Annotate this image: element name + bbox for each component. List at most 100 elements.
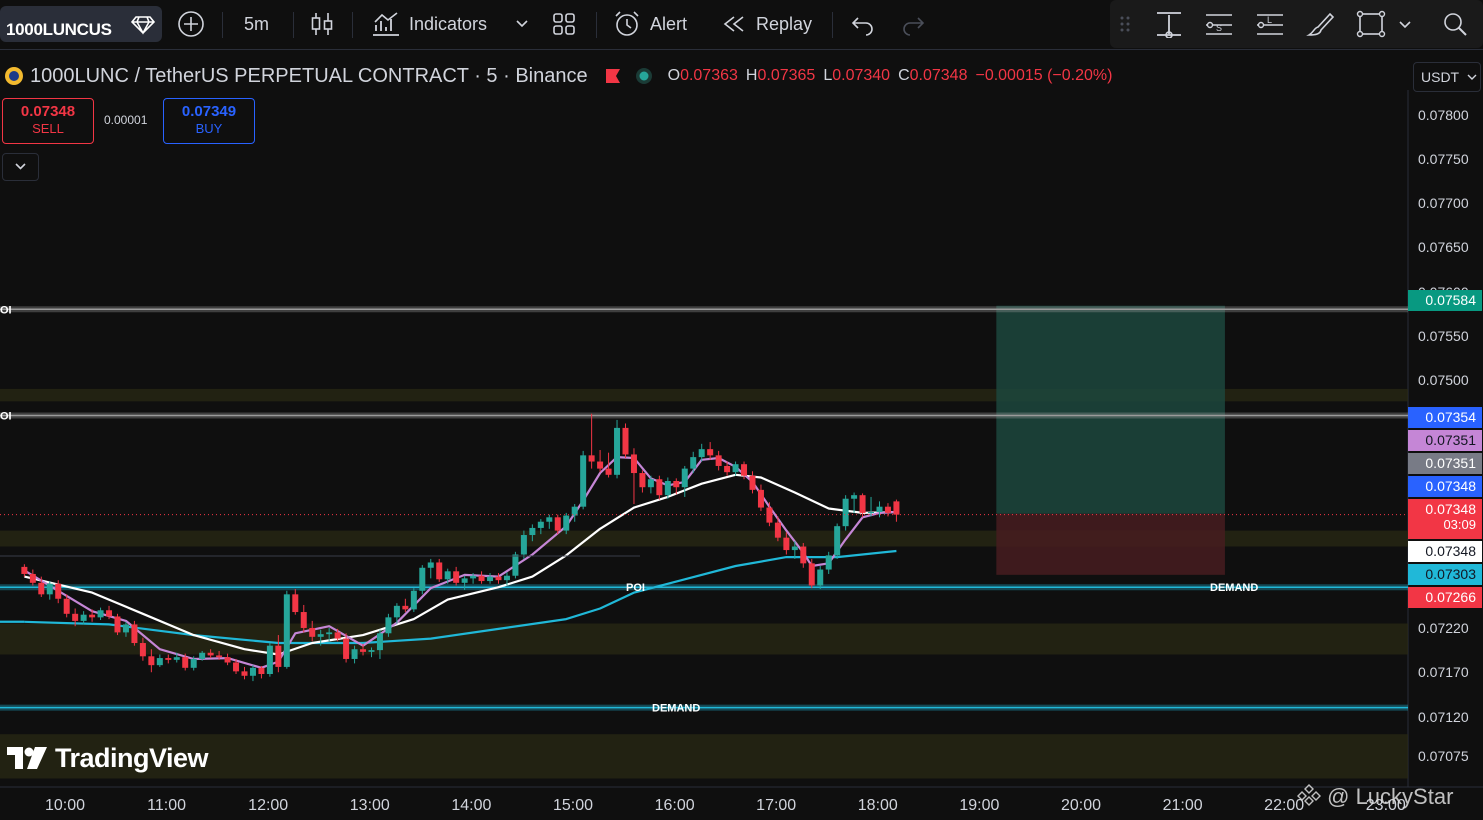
- legend-title[interactable]: 1000LUNC / TetherUS PERPETUAL CONTRACT ·…: [30, 65, 588, 88]
- candle-body: [275, 645, 282, 667]
- price-tag: 0.07348: [1408, 541, 1482, 562]
- candle-body: [673, 481, 680, 488]
- candle-body: [97, 610, 104, 618]
- candle-body: [156, 658, 163, 666]
- price-tick-label: 0.07650: [1418, 239, 1469, 256]
- candle-body: [139, 643, 146, 657]
- candle-body: [351, 649, 358, 659]
- buy-label: BUY: [195, 121, 223, 136]
- candle-body: [774, 522, 781, 538]
- candle-body: [148, 656, 155, 666]
- price-tag: 0.07354: [1408, 407, 1482, 428]
- candle-body: [478, 575, 485, 582]
- candle-body: [427, 562, 434, 568]
- price-tag: 0.07266: [1408, 587, 1482, 608]
- candle-body: [46, 583, 53, 595]
- candle-body: [800, 546, 807, 564]
- candle-body: [165, 658, 172, 660]
- candle-body: [292, 594, 299, 613]
- candle-body: [334, 632, 341, 639]
- candle-body: [266, 645, 273, 675]
- price-tag-value: 0.07348: [1425, 543, 1476, 559]
- candle-body: [707, 449, 714, 456]
- bar-countdown: 03:09: [1443, 517, 1476, 532]
- time-tick-label: 15:00: [552, 797, 594, 814]
- tradingview-logo-text: TradingView: [55, 742, 209, 773]
- candle-body: [21, 566, 28, 574]
- sell-price: 0.07348: [20, 103, 76, 120]
- candle-body: [72, 613, 79, 621]
- long-position-tool[interactable]: [996, 305, 1225, 575]
- collapse-legend-button[interactable]: [2, 153, 39, 181]
- candle-body: [868, 511, 875, 513]
- candle-body: [131, 624, 138, 644]
- time-tick-label: 18:00: [857, 797, 898, 814]
- candle-body: [825, 555, 832, 570]
- candle-body: [283, 594, 290, 667]
- position-stop-zone[interactable]: [996, 513, 1225, 575]
- candle-body: [622, 427, 629, 455]
- candle-body: [681, 468, 688, 488]
- ohlc-high: H0.07365: [745, 67, 816, 84]
- candle-body: [563, 515, 570, 531]
- price-tick-label: 0.07075: [1418, 748, 1469, 765]
- price-tag-value: 0.07348: [1425, 501, 1476, 517]
- candle-body: [487, 576, 494, 582]
- candle-body: [884, 506, 891, 513]
- candle-body: [503, 575, 510, 581]
- price-tag-value: 0.07348: [1425, 478, 1476, 494]
- candle-body: [859, 495, 866, 513]
- candle-body: [173, 657, 180, 660]
- price-tag: 0.07303: [1408, 564, 1482, 585]
- price-tick-label: 0.07220: [1418, 619, 1469, 636]
- poi-label: OI: [0, 304, 12, 316]
- candle-body: [783, 537, 790, 551]
- candle-body: [817, 569, 824, 586]
- candle-body: [656, 479, 663, 496]
- candle-body: [537, 521, 544, 528]
- sell-button[interactable]: 0.07348 SELL: [2, 98, 94, 144]
- price-tick-label: 0.07170: [1418, 664, 1469, 681]
- position-profit-zone[interactable]: [996, 305, 1225, 514]
- candle-body: [393, 605, 400, 618]
- demand-label: DEMAND: [652, 703, 700, 715]
- candle-body: [614, 427, 621, 475]
- candle-body: [639, 473, 646, 488]
- candle-body: [842, 498, 849, 527]
- candle-body: [605, 468, 612, 475]
- candle-body: [698, 449, 705, 458]
- candle-body: [453, 571, 460, 583]
- poi-label: OI: [0, 411, 12, 423]
- watermark-text: @ LuckyStar: [1327, 784, 1454, 809]
- price-tag: 0.07348 03:09: [1408, 499, 1482, 539]
- candle-body: [749, 475, 756, 490]
- candle-body: [724, 465, 731, 473]
- candle-body: [470, 575, 477, 579]
- ohlc-change: −0.00015 (−0.20%): [975, 67, 1113, 84]
- time-tick-label: 14:00: [451, 797, 492, 814]
- candle-body: [385, 617, 392, 634]
- binance-logo-icon: [1297, 784, 1321, 806]
- candle-body: [224, 657, 231, 663]
- candle-body: [529, 527, 536, 536]
- candle-body: [360, 649, 367, 652]
- currency-selector[interactable]: USDT: [1413, 62, 1481, 92]
- candle-body: [343, 638, 350, 659]
- zone-band: [0, 734, 1408, 779]
- candle-body: [233, 662, 240, 672]
- buy-price: 0.07349: [181, 103, 237, 120]
- price-tag: 0.07348: [1408, 476, 1482, 497]
- time-tick-label: 21:00: [1162, 797, 1203, 814]
- candle-body: [851, 495, 858, 499]
- candle-body: [317, 634, 324, 637]
- candle-body: [89, 614, 96, 618]
- candle-body: [732, 464, 739, 473]
- candle-body: [249, 667, 256, 676]
- tradingview-logo-icon: [7, 747, 47, 769]
- flag-icon[interactable]: [604, 67, 622, 85]
- candle-body: [444, 571, 451, 580]
- buy-button[interactable]: 0.07349 BUY: [163, 98, 255, 144]
- tradingview-logo[interactable]: TradingView: [5, 740, 209, 776]
- candle-body: [63, 598, 70, 614]
- candle-body: [199, 652, 206, 659]
